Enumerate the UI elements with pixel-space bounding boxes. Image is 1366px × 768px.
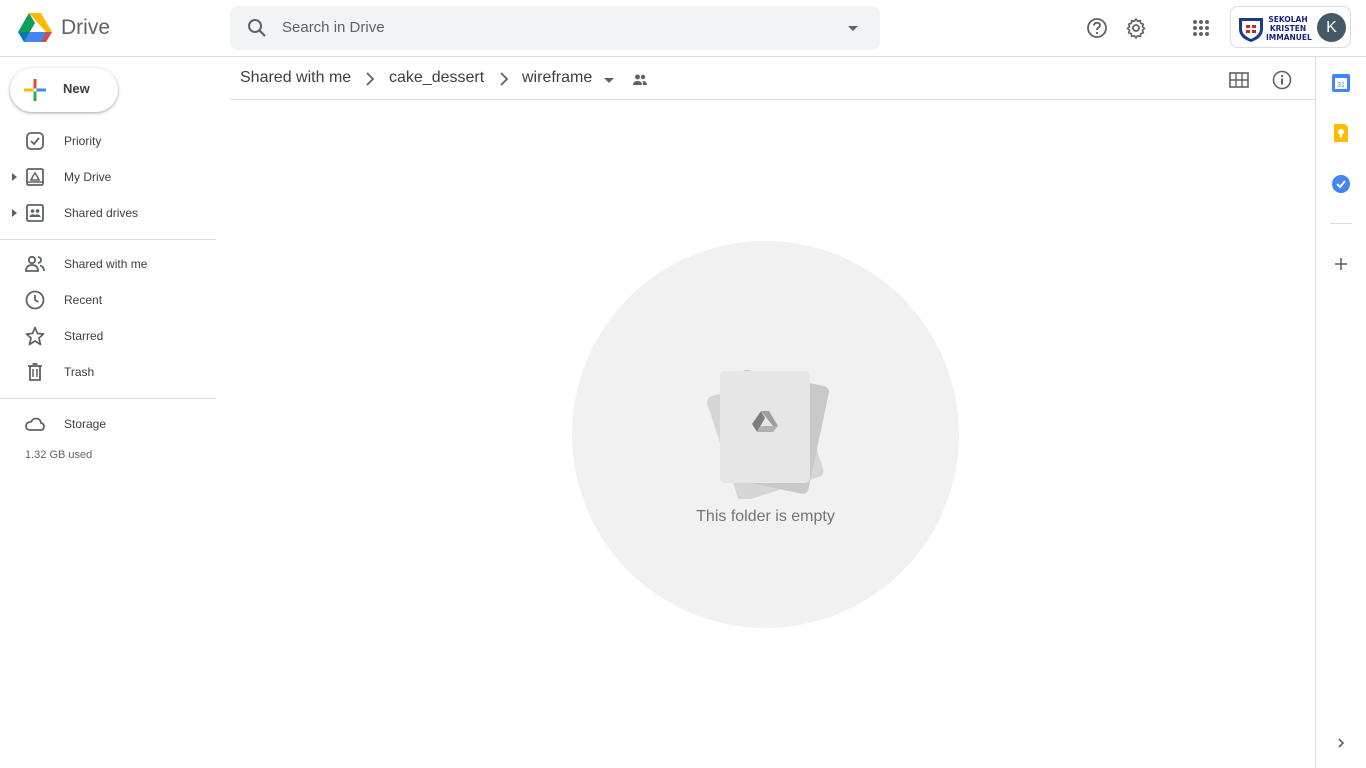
sidebar-item-my-drive[interactable]: My Drive	[0, 161, 216, 193]
sidebar-item-label: Starred	[64, 329, 104, 343]
school-logo-icon	[1239, 18, 1263, 42]
sidebar-item-label: Priority	[64, 134, 102, 148]
expand-caret-icon[interactable]	[9, 172, 19, 182]
school-name-line: SEKOLAH	[1268, 15, 1308, 24]
help-icon	[1087, 18, 1107, 38]
sidebar-item-priority[interactable]: Priority	[0, 125, 216, 157]
breadcrumb: Shared with me cake_dessert wireframe	[230, 57, 1315, 100]
sidebar: New Priority My Drive Shared drives Shar…	[0, 57, 216, 768]
apps-button[interactable]	[1187, 14, 1215, 42]
apps-grid-icon	[1193, 20, 1209, 36]
empty-state: This folder is empty	[572, 241, 959, 628]
school-name: SEKOLAH KRISTEN IMMANUEL	[1266, 15, 1312, 42]
chevron-right-icon	[366, 72, 375, 86]
search-options-icon[interactable]	[841, 16, 865, 40]
sidebar-item-starred[interactable]: Starred	[0, 320, 216, 352]
svg-text:31: 31	[1337, 82, 1345, 89]
chevron-right-icon	[500, 72, 509, 86]
app-name: Drive	[61, 16, 111, 39]
trash-icon	[28, 363, 42, 381]
account-button[interactable]: SEKOLAH KRISTEN IMMANUEL K	[1230, 6, 1351, 48]
side-panel: 31	[1315, 57, 1366, 768]
side-panel-divider	[1330, 223, 1352, 224]
gear-icon	[1126, 18, 1146, 39]
breadcrumb-item[interactable]: cake_dessert	[389, 69, 484, 87]
sidebar-item-trash[interactable]: Trash	[0, 356, 216, 388]
info-icon[interactable]	[1270, 68, 1294, 92]
expand-caret-icon[interactable]	[9, 208, 19, 218]
breadcrumb-current-folder[interactable]: wireframe	[522, 69, 592, 87]
star-icon	[25, 326, 45, 346]
breadcrumb-item[interactable]: Shared with me	[240, 69, 351, 87]
new-button-label: New	[63, 81, 90, 96]
school-name-line: KRISTEN	[1269, 24, 1307, 33]
school-name-line: IMMANUEL	[1266, 33, 1312, 42]
sidebar-item-label: Storage	[64, 417, 107, 431]
new-button[interactable]: New	[10, 68, 118, 112]
sidebar-item-recent[interactable]: Recent	[0, 284, 216, 316]
sidebar-item-shared-drives[interactable]: Shared drives	[0, 197, 216, 229]
tasks-icon[interactable]	[1331, 174, 1351, 194]
sidebar-item-label: Recent	[64, 293, 103, 307]
search-bar[interactable]: Search in Drive	[230, 6, 880, 50]
sidebar-divider	[0, 239, 216, 240]
support-button[interactable]	[1083, 14, 1111, 42]
sidebar-item-storage[interactable]: Storage	[0, 408, 216, 440]
drive-logo-icon	[18, 13, 52, 42]
sidebar-item-label: Shared drives	[64, 206, 139, 220]
sidebar-item-label: Trash	[64, 365, 95, 379]
cloud-icon	[25, 417, 45, 431]
plus-icon	[24, 79, 46, 101]
storage-used-text: 1.32 GB used	[25, 449, 93, 461]
shared-folder-icon	[633, 74, 647, 85]
shared-with-me-icon	[25, 255, 45, 272]
sidebar-item-label: My Drive	[64, 170, 112, 184]
empty-folder-illustration	[707, 369, 829, 499]
settings-button[interactable]	[1122, 14, 1150, 42]
drive-logo[interactable]: Drive	[18, 12, 110, 44]
avatar[interactable]: K	[1317, 13, 1346, 42]
sidebar-item-shared-with-me[interactable]: Shared with me	[0, 248, 216, 280]
clock-icon	[25, 290, 45, 310]
add-addon-icon[interactable]	[1331, 254, 1351, 274]
search-input[interactable]: Search in Drive	[282, 19, 385, 36]
shared-drives-icon	[26, 204, 44, 222]
main-content: Shared with me cake_dessert wireframe Th…	[230, 57, 1315, 768]
search-icon[interactable]	[245, 16, 269, 40]
empty-folder-message: This folder is empty	[696, 508, 835, 525]
sidebar-divider	[0, 398, 216, 399]
priority-icon	[26, 132, 44, 150]
my-drive-icon	[26, 168, 44, 186]
calendar-icon[interactable]: 31	[1331, 73, 1351, 93]
chevron-right-icon[interactable]	[1331, 733, 1351, 753]
sidebar-item-label: Shared with me	[64, 257, 148, 271]
top-bar: Drive Search in Drive SEKOLAH KRISTEN IM…	[0, 0, 1366, 57]
folder-menu-dropdown-icon[interactable]	[602, 73, 616, 87]
keep-icon[interactable]	[1331, 123, 1351, 143]
grid-view-icon[interactable]	[1227, 68, 1251, 92]
